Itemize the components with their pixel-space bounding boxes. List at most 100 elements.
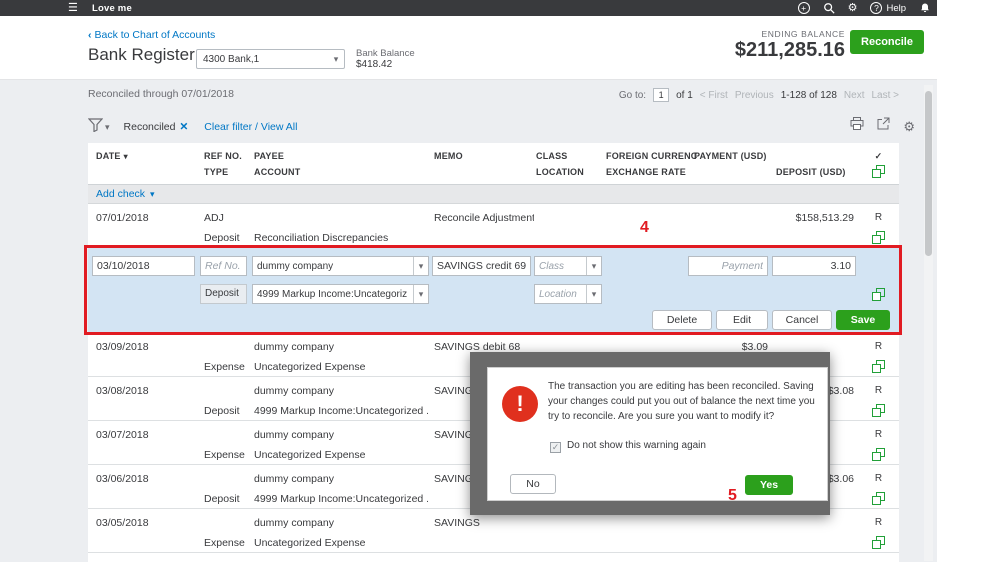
copy-icon[interactable] — [858, 448, 899, 461]
account-select[interactable]: 4999 Markup Income:Uncategoriz ▾ — [252, 284, 429, 304]
cell-account: 4999 Markup Income:Uncategorized ... — [254, 493, 428, 505]
chevron-down-icon[interactable]: ▾ — [413, 285, 428, 303]
location-select-placeholder: Location — [539, 288, 577, 300]
date-input[interactable] — [92, 256, 195, 276]
delete-button[interactable]: Delete — [652, 310, 712, 330]
filter-bar: ▾ Reconciled ✕ Clear filter / View All — [87, 117, 297, 137]
cell-reconcile-status: R — [874, 212, 883, 223]
column-header-reconciled-check-icon: ✓ — [874, 151, 883, 161]
account-dropdown[interactable]: 4300 Bank,1 ▾ — [196, 49, 345, 69]
table-settings-gear-icon[interactable]: ⚙ — [903, 120, 915, 133]
payment-input[interactable] — [688, 256, 768, 276]
location-select[interactable]: Location ▾ — [534, 284, 602, 304]
annotation-step-5: 5 — [728, 487, 737, 504]
edit-button[interactable]: Edit — [716, 310, 768, 330]
filter-funnel-icon[interactable] — [87, 117, 104, 137]
cell-reconcile-status: R — [874, 517, 883, 528]
print-icon[interactable] — [850, 117, 864, 135]
create-plus-icon[interactable]: + — [797, 2, 810, 14]
memo-input[interactable] — [432, 256, 531, 276]
cancel-button[interactable]: Cancel — [772, 310, 832, 330]
chevron-down-icon[interactable]: ▾ — [586, 285, 601, 303]
cell-date: 03/06/2018 — [96, 473, 149, 485]
cell-type: Deposit — [204, 493, 240, 505]
back-to-chart-of-accounts-link[interactable]: ‹ Back to Chart of Accounts — [88, 29, 215, 41]
table-row[interactable]: 07/01/2018 ADJ Deposit Reconciliation Di… — [88, 204, 899, 248]
save-button[interactable]: Save — [836, 310, 890, 330]
cell-type: Deposit — [204, 232, 240, 244]
add-check-caret-icon[interactable]: ▾ — [150, 189, 155, 200]
cell-type: Expense — [204, 449, 245, 461]
dont-show-again-checkbox[interactable]: ✓ — [550, 442, 561, 453]
page-title: Bank Register — [88, 45, 195, 64]
back-link-label: Back to Chart of Accounts — [94, 29, 216, 41]
chevron-down-icon: ▾ — [333, 53, 339, 64]
last-page-link[interactable]: Last > — [871, 90, 899, 101]
warning-dialog: ! The transaction you are editing has be… — [487, 367, 828, 504]
copy-icon[interactable] — [858, 360, 899, 373]
first-page-link[interactable]: < First — [700, 90, 728, 101]
help-label[interactable]: Help — [886, 3, 906, 14]
pagination: Go to: of 1 < First Previous 1-128 of 12… — [619, 88, 899, 102]
copy-icon[interactable] — [858, 288, 899, 301]
export-icon[interactable] — [877, 117, 890, 135]
cell-date: 03/07/2018 — [96, 429, 149, 441]
column-header-date[interactable]: DATE ▾ — [96, 151, 128, 161]
gear-icon[interactable]: ⚙ — [848, 2, 858, 14]
copy-icon[interactable] — [858, 492, 899, 505]
cell-type: Expense — [204, 361, 245, 373]
chevron-left-icon: ‹ — [88, 29, 92, 41]
table-action-icons: ⚙ — [850, 117, 915, 135]
filter-caret-icon[interactable]: ▾ — [105, 122, 110, 133]
cell-reconcile-status: R — [874, 429, 883, 440]
table-partial-row — [88, 553, 899, 562]
column-header-class: CLASS — [536, 151, 568, 161]
column-header-copy-icon — [858, 165, 899, 178]
no-button[interactable]: No — [510, 474, 556, 494]
search-icon[interactable] — [823, 2, 835, 14]
notifications-bell-icon[interactable] — [919, 2, 931, 14]
column-header-type: TYPE — [204, 167, 229, 177]
reconcile-button[interactable]: Reconcile — [850, 30, 924, 54]
copy-icon[interactable] — [858, 404, 899, 417]
edit-row[interactable]: dummy company ▾ Class ▾ Deposit 4999 Mar… — [88, 248, 899, 333]
next-page-link[interactable]: Next — [844, 90, 865, 101]
goto-label: Go to: — [618, 89, 647, 101]
cell-payee: dummy company — [254, 341, 334, 353]
column-header-account: ACCOUNT — [254, 167, 301, 177]
remove-filter-icon[interactable]: ✕ — [179, 121, 188, 133]
deposit-input[interactable] — [772, 256, 856, 276]
clear-filter-link[interactable]: Clear filter / View All — [204, 121, 297, 133]
cell-deposit: $158,513.29 — [795, 212, 854, 224]
cell-payee: dummy company — [254, 517, 334, 529]
account-dropdown-value: 4300 Bank,1 — [203, 53, 260, 65]
cell-account: 4999 Markup Income:Uncategorized ... — [254, 405, 428, 417]
record-range-text: 1-128 of 128 — [780, 89, 837, 101]
warning-dialog-overlay: ! The transaction you are editing has be… — [470, 352, 830, 515]
copy-icon[interactable] — [858, 536, 899, 549]
column-header-deposit: DEPOSIT (USD) — [776, 167, 846, 177]
help-icon[interactable]: ? — [870, 2, 883, 14]
chevron-down-icon[interactable]: ▾ — [586, 257, 601, 275]
payee-select[interactable]: dummy company ▾ — [252, 256, 429, 276]
payee-select-value: dummy company — [257, 260, 334, 272]
hamburger-menu-icon[interactable]: ☰ — [68, 1, 78, 14]
previous-page-link[interactable]: Previous — [735, 90, 774, 101]
column-header-payment: PAYMENT (USD) — [694, 151, 767, 161]
table-row[interactable]: 03/05/2018 Expense dummy company Uncateg… — [88, 509, 899, 553]
yes-button[interactable]: Yes — [745, 475, 793, 495]
copy-icon[interactable] — [858, 231, 899, 244]
ref-no-input[interactable] — [200, 256, 247, 276]
cell-type: Deposit — [204, 405, 240, 417]
scrollbar-thumb[interactable] — [925, 91, 932, 256]
add-check-row[interactable]: Add check ▾ — [88, 185, 899, 204]
filter-chip-reconciled: Reconciled ✕ — [124, 121, 189, 133]
add-check-label[interactable]: Add check — [96, 188, 145, 200]
vertical-scrollbar[interactable] — [924, 85, 933, 561]
type-field: Deposit — [200, 284, 247, 304]
reconciled-through-text: Reconciled through 07/01/2018 — [88, 88, 234, 100]
chevron-down-icon[interactable]: ▾ — [413, 257, 428, 275]
class-select[interactable]: Class ▾ — [534, 256, 602, 276]
page-number-input[interactable] — [653, 88, 670, 102]
bank-balance-label: Bank Balance — [356, 48, 415, 59]
